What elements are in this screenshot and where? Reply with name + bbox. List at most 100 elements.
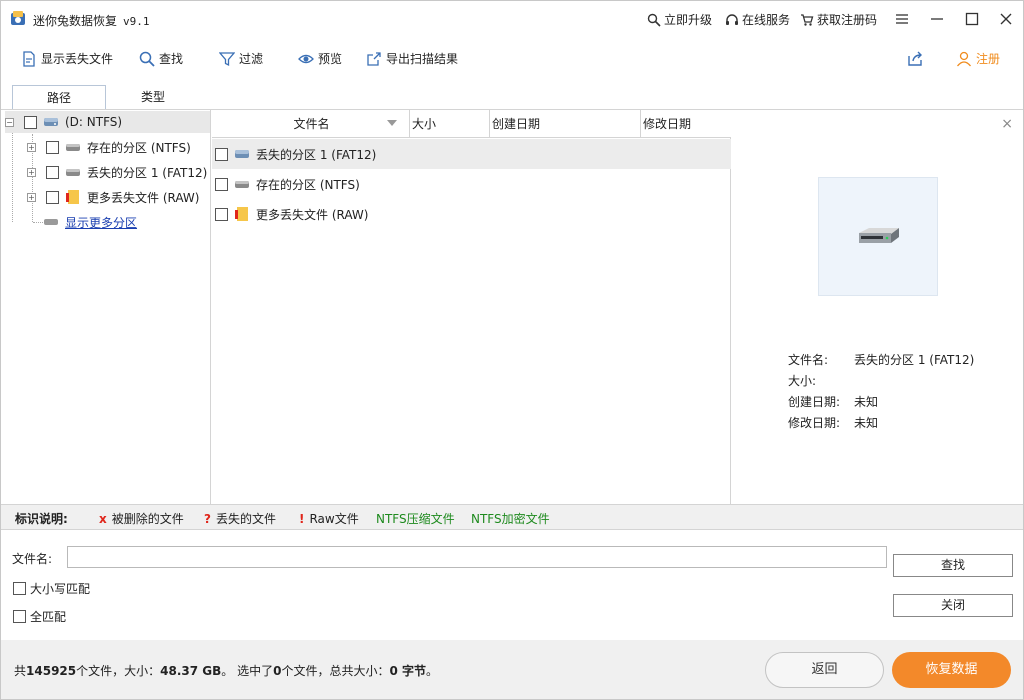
match-whole-checkbox[interactable] bbox=[13, 610, 26, 623]
preview-details: 文件名: 丢失的分区 1 (FAT12) 大小: 创建日期: 未知 修改日期: 未知 bbox=[788, 350, 974, 434]
search-label: 文件名: bbox=[12, 552, 53, 566]
find-button[interactable]: 查找 bbox=[139, 50, 183, 67]
tree-item-raw-files[interactable]: + 更多丢失文件 (RAW) bbox=[27, 186, 199, 208]
total-files-count: 145925 bbox=[26, 664, 77, 678]
column-created[interactable]: 创建日期 bbox=[490, 110, 641, 138]
search-key-icon bbox=[647, 13, 661, 27]
match-whole-option[interactable]: 全匹配 bbox=[13, 608, 66, 625]
tab-path[interactable]: 路径 bbox=[12, 85, 106, 111]
column-name[interactable]: 文件名 bbox=[212, 110, 410, 138]
legend-ntfs-encrypted: NTFS加密文件 bbox=[471, 512, 550, 526]
recover-data-button[interactable]: 恢复数据 bbox=[892, 652, 1011, 688]
raw-folder-icon bbox=[66, 190, 79, 204]
app-title: 迷你兔数据恢复 v9.1 bbox=[33, 12, 150, 29]
status-summary: 共145925个文件，大小：48.37 GB。 选中了0个文件，总共大小：0 字… bbox=[14, 664, 439, 678]
get-code-link[interactable]: 获取注册码 bbox=[800, 11, 877, 28]
eye-icon bbox=[298, 54, 314, 63]
drive-icon bbox=[44, 118, 58, 126]
drive-small-icon bbox=[44, 219, 58, 225]
tree-item-label: 更多丢失文件 (RAW) bbox=[87, 190, 200, 205]
preview-value-modified: 未知 bbox=[854, 416, 879, 430]
file-row-name: 存在的分区 (NTFS) bbox=[256, 177, 360, 192]
tree-root[interactable]: − (D: NTFS) bbox=[5, 111, 210, 133]
partition-icon bbox=[66, 144, 80, 151]
file-row[interactable]: 丢失的分区 1 (FAT12) bbox=[212, 139, 731, 169]
register-button[interactable]: 注册 bbox=[956, 50, 1000, 67]
sort-down-icon bbox=[387, 120, 397, 126]
filter-button[interactable]: 过滤 bbox=[219, 50, 263, 67]
file-row-checkbox[interactable] bbox=[215, 147, 228, 161]
file-list: 文件名 大小 创建日期 修改日期 丢失的分区 1 (FAT12) 存在的分区 (… bbox=[212, 110, 731, 504]
expand-icon[interactable]: + bbox=[27, 167, 36, 177]
app-window: 迷你兔数据恢复 v9.1 立即升级 在线服务 获取注册码 显示丢失文件 查找 过… bbox=[0, 0, 1024, 700]
app-version: v9.1 bbox=[123, 15, 150, 28]
preview-button[interactable]: 预览 bbox=[298, 50, 342, 67]
tree-line bbox=[33, 222, 43, 223]
legend-ntfs-compressed: NTFS压缩文件 bbox=[376, 512, 455, 526]
column-size[interactable]: 大小 bbox=[410, 110, 490, 138]
tab-type[interactable]: 类型 bbox=[106, 85, 200, 110]
file-row[interactable]: 更多丢失文件 (RAW) bbox=[212, 199, 731, 229]
lost-mark-icon: ? bbox=[204, 511, 211, 526]
app-logo-icon bbox=[11, 11, 25, 25]
selected-size: 0 字节 bbox=[389, 664, 427, 678]
legend-bar: 标识说明: x 被删除的文件 ? 丢失的文件 ! Raw文件 NTFS压缩文件 … bbox=[1, 504, 1023, 530]
minimize-button[interactable] bbox=[927, 9, 947, 29]
hamburger-icon bbox=[896, 14, 908, 24]
headset-icon bbox=[726, 13, 738, 25]
tree-item-checkbox[interactable] bbox=[46, 165, 59, 179]
file-row-checkbox[interactable] bbox=[215, 177, 228, 191]
tree-item-checkbox[interactable] bbox=[46, 190, 59, 204]
match-case-option[interactable]: 大小写匹配 bbox=[13, 580, 90, 597]
search-close-button[interactable]: 关闭 bbox=[893, 594, 1013, 617]
export-scan-button[interactable]: 导出扫描结果 bbox=[366, 50, 458, 67]
tree-item-existing-partition[interactable]: + 存在的分区 (NTFS) bbox=[27, 136, 191, 158]
partition-tree: − (D: NTFS) + 存在的分区 (NTFS) + 丢失的分区 1 (FA… bbox=[1, 110, 211, 504]
user-icon bbox=[956, 51, 972, 66]
file-row[interactable]: 存在的分区 (NTFS) bbox=[212, 169, 731, 199]
tree-item-lost-partition[interactable]: + 丢失的分区 1 (FAT12) bbox=[27, 161, 207, 183]
expand-icon[interactable]: + bbox=[27, 192, 36, 202]
collapse-icon[interactable]: − bbox=[5, 117, 14, 127]
preview-value-created: 未知 bbox=[854, 395, 879, 409]
file-row-checkbox[interactable] bbox=[215, 207, 228, 221]
status-bar: 共145925个文件，大小：48.37 GB。 选中了0个文件，总共大小：0 字… bbox=[1, 640, 1023, 699]
share-button[interactable] bbox=[907, 50, 928, 67]
match-case-checkbox[interactable] bbox=[13, 582, 26, 595]
preview-label-created: 创建日期: bbox=[788, 395, 841, 409]
share-icon bbox=[908, 51, 922, 66]
menu-button[interactable] bbox=[892, 9, 912, 29]
show-lost-files-button[interactable]: 显示丢失文件 bbox=[21, 50, 113, 67]
show-more-partitions-link[interactable]: 显示更多分区 bbox=[65, 214, 137, 231]
close-button[interactable] bbox=[996, 9, 1016, 29]
show-more-partitions[interactable]: 显示更多分区 bbox=[43, 211, 137, 233]
tree-root-label: (D: NTFS) bbox=[65, 115, 123, 129]
search-find-button[interactable]: 查找 bbox=[893, 554, 1013, 577]
search-icon bbox=[139, 51, 155, 67]
tree-line bbox=[12, 128, 13, 222]
preview-label-modified: 修改日期: bbox=[788, 416, 841, 430]
tree-item-checkbox[interactable] bbox=[46, 140, 59, 154]
maximize-button[interactable] bbox=[962, 9, 982, 29]
deleted-mark-icon: x bbox=[99, 511, 107, 526]
tree-root-checkbox[interactable] bbox=[24, 115, 37, 129]
raw-mark-icon: ! bbox=[299, 511, 305, 526]
preview-value-name: 丢失的分区 1 (FAT12) bbox=[854, 353, 975, 367]
file-row-name: 丢失的分区 1 (FAT12) bbox=[256, 147, 377, 162]
upgrade-link[interactable]: 立即升级 bbox=[647, 11, 712, 28]
partition-icon bbox=[235, 181, 249, 188]
file-row-name: 更多丢失文件 (RAW) bbox=[256, 207, 369, 222]
online-service-link[interactable]: 在线服务 bbox=[725, 11, 790, 28]
minimize-icon bbox=[931, 18, 943, 20]
back-button[interactable]: 返回 bbox=[765, 652, 884, 688]
preview-close-button[interactable]: × bbox=[1001, 116, 1013, 132]
expand-icon[interactable]: + bbox=[27, 142, 36, 152]
search-input[interactable] bbox=[67, 546, 887, 568]
hard-drive-icon bbox=[859, 227, 899, 243]
preview-label-name: 文件名: bbox=[788, 353, 829, 367]
legend-title: 标识说明: bbox=[15, 512, 68, 526]
column-modified[interactable]: 修改日期 bbox=[641, 110, 731, 138]
close-icon bbox=[1000, 13, 1012, 25]
preview-thumbnail bbox=[818, 177, 938, 296]
app-name: 迷你兔数据恢复 bbox=[33, 14, 118, 28]
